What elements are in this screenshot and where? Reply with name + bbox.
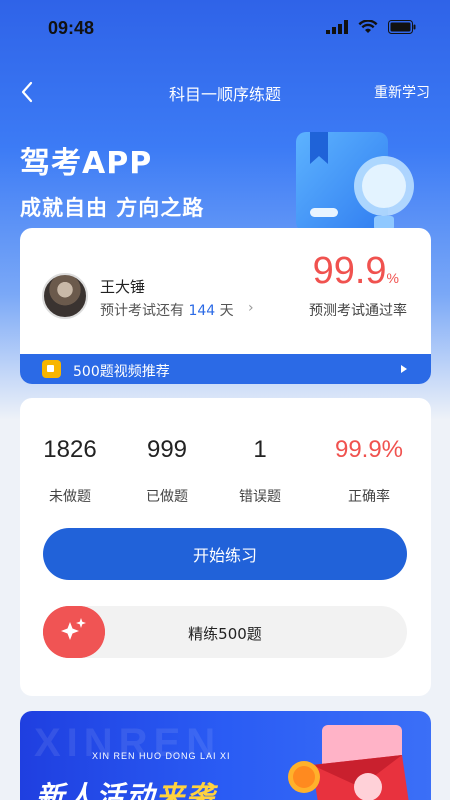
refine-500-button[interactable]: 精练500题 bbox=[43, 606, 407, 658]
promo-pinyin: XIN REN HUO DONG LAI XI bbox=[92, 751, 231, 761]
brand-title: 驾考APP bbox=[20, 146, 153, 181]
stats-card: 1826 未做题 999 已做题 1 错误题 99.9% 正确率 开始练习 精练… bbox=[20, 398, 431, 696]
stat-label: 正确率 bbox=[348, 489, 390, 505]
exam-prefix: 预计考试还有 bbox=[100, 303, 184, 319]
start-practice-button[interactable]: 开始练习 bbox=[43, 528, 407, 580]
chevron-right-icon[interactable]: › bbox=[248, 300, 254, 316]
top-nav: 科目一顺序练题 重新学习 bbox=[0, 70, 450, 114]
book-bulb-illustration bbox=[296, 132, 414, 232]
promo-title-main: 新人活动 bbox=[36, 780, 157, 800]
status-bar: 09:48 bbox=[0, 0, 450, 58]
exam-countdown[interactable]: 预计考试还有 144 天 bbox=[100, 300, 234, 320]
promo-title-highlight: 来袭 bbox=[156, 780, 217, 800]
pass-rate-label: 预测考试通过率 bbox=[309, 303, 407, 319]
stat-label: 已做题 bbox=[146, 489, 188, 505]
exam-suffix: 天 bbox=[219, 303, 234, 319]
stat-undone[interactable]: 1826 未做题 bbox=[20, 436, 120, 506]
red-envelope-illustration bbox=[288, 725, 409, 800]
stat-value: 1 bbox=[253, 436, 267, 463]
stat-done[interactable]: 999 已做题 bbox=[117, 436, 217, 506]
user-card: 王大锤 预计考试还有 144 天 › 99.9% 预测考试通过率 500题视频推… bbox=[20, 228, 431, 384]
refine-label: 精练500题 bbox=[188, 625, 262, 643]
promo-title: 新人活动来袭 bbox=[36, 775, 216, 800]
avatar[interactable] bbox=[42, 273, 88, 319]
brand-block: 驾考APP 成就自由 方向之路 bbox=[20, 138, 204, 222]
restart-study-button[interactable]: 重新学习 bbox=[374, 82, 430, 102]
stat-accuracy[interactable]: 99.9% 正确率 bbox=[319, 436, 419, 506]
battery-icon bbox=[388, 20, 416, 34]
user-name: 王大锤 bbox=[100, 278, 146, 296]
video-recommend-banner[interactable]: 500题视频推荐 bbox=[20, 354, 431, 384]
wifi-icon bbox=[358, 20, 378, 33]
pass-rate-unit: % bbox=[386, 270, 399, 286]
pass-rate-value: 99.9 bbox=[312, 250, 387, 292]
exam-days: 144 bbox=[188, 303, 216, 319]
stat-label: 错误题 bbox=[239, 489, 281, 505]
stat-value: 999 bbox=[146, 436, 188, 463]
stat-value: 99.9% bbox=[334, 436, 404, 463]
stat-label: 未做题 bbox=[49, 489, 91, 505]
status-icons bbox=[326, 20, 416, 34]
play-arrow-icon bbox=[401, 365, 407, 373]
pass-rate: 99.9% bbox=[313, 250, 399, 293]
brand-subtitle: 成就自由 方向之路 bbox=[20, 196, 205, 220]
video-icon bbox=[42, 360, 61, 378]
promo-banner[interactable]: XINREN XIN REN HUO DONG LAI XI 新人活动来袭 bbox=[20, 711, 431, 800]
video-banner-label: 500题视频推荐 bbox=[73, 364, 170, 380]
status-time: 09:48 bbox=[48, 18, 95, 38]
stat-value: 1826 bbox=[43, 436, 97, 463]
signal-icon bbox=[326, 20, 348, 34]
stat-wrong[interactable]: 1 错误题 bbox=[210, 436, 310, 506]
